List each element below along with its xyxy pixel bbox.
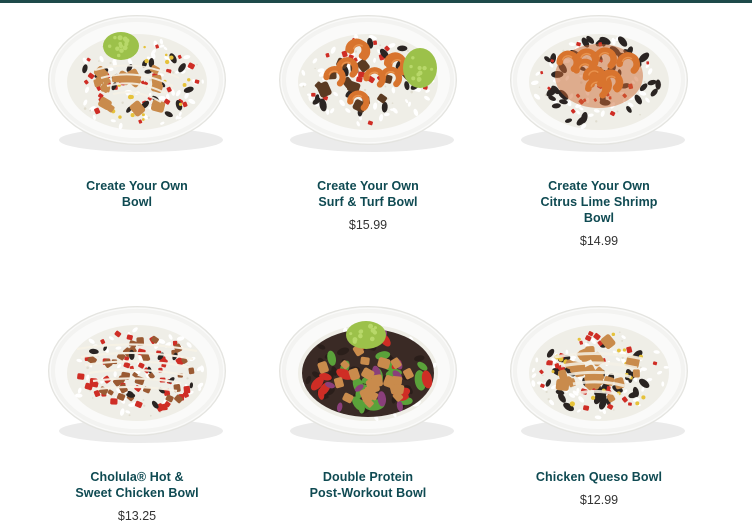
- menu-item-card[interactable]: Chicken Queso Bowl $12.99: [499, 299, 699, 507]
- bowl-with-double-protein-photo[interactable]: [268, 299, 468, 449]
- menu-item-title-line: Bowl: [121, 195, 153, 209]
- menu-item-title-line: Citrus Lime Shrimp: [540, 195, 658, 209]
- menu-item-title-line: Cholula® Hot &: [90, 470, 184, 484]
- menu-item-title[interactable]: Create Your Own Citrus Lime Shrimp Bowl: [499, 178, 699, 226]
- menu-item-card[interactable]: Create Your Own Citrus Lime Shrimp Bowl …: [499, 8, 699, 248]
- menu-item-title-line: Chicken Queso Bowl: [535, 470, 663, 484]
- menu-item-title-line: Surf & Turf Bowl: [318, 195, 418, 209]
- menu-item-title-line: Bowl: [583, 211, 615, 225]
- menu-item-price: $13.25: [117, 509, 157, 523]
- menu-item-title[interactable]: Cholula® Hot & Sweet Chicken Bowl: [37, 469, 237, 501]
- menu-item-title[interactable]: Create Your Own Surf & Turf Bowl: [268, 178, 468, 210]
- menu-item-title[interactable]: Double Protein Post-Workout Bowl: [268, 469, 468, 501]
- menu-item-title[interactable]: Create Your Own Bowl: [37, 178, 237, 210]
- menu-item-card[interactable]: Create Your Own Surf & Turf Bowl $15.99: [268, 8, 468, 232]
- menu-item-card[interactable]: Double Protein Post-Workout Bowl: [268, 299, 468, 501]
- menu-item-title-line: Double Protein: [322, 470, 414, 484]
- menu-item-title-line: Create Your Own: [548, 179, 650, 193]
- menu-item-title[interactable]: Chicken Queso Bowl: [499, 469, 699, 485]
- menu-item-title-line: Post-Workout Bowl: [309, 486, 427, 500]
- bowl-with-chicken-and-guacamole-photo[interactable]: [37, 8, 237, 158]
- menu-item-price: $14.99: [579, 234, 619, 248]
- menu-item-price: $12.99: [579, 493, 619, 507]
- bowl-with-chicken-queso-photo[interactable]: [499, 299, 699, 449]
- menu-item-title-line: Create Your Own: [86, 179, 188, 193]
- menu-item-title-line: Create Your Own: [317, 179, 419, 193]
- menu-item-price: $15.99: [348, 218, 388, 232]
- bowl-with-shrimp-and-steak-photo[interactable]: [268, 8, 468, 158]
- menu-item-card[interactable]: Create Your Own Bowl: [37, 8, 237, 210]
- menu-item-card[interactable]: Cholula® Hot & Sweet Chicken Bowl $13.25: [37, 299, 237, 523]
- bowl-with-hot-chicken-photo[interactable]: [37, 299, 237, 449]
- menu-grid: Create Your Own Bowl Create Your Own Sur…: [0, 0, 752, 525]
- menu-item-title-line: Sweet Chicken Bowl: [75, 486, 199, 500]
- bowl-with-shrimp-photo[interactable]: [499, 8, 699, 158]
